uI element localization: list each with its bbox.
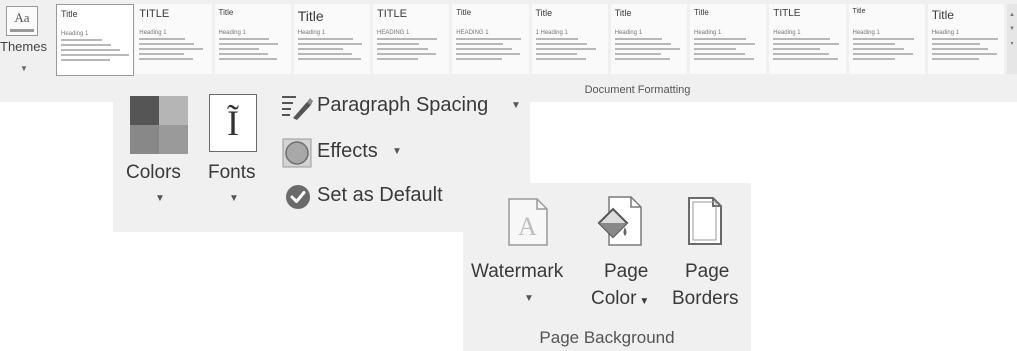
style-set-title: TITLE (139, 8, 170, 20)
paragraph-spacing-icon (282, 96, 313, 120)
style-set-thumbnail[interactable]: Title 1 Heading 1 (531, 4, 608, 74)
svg-text:A: A (518, 212, 537, 241)
style-set-thumbnail[interactable]: TITLE HEADING 1 (373, 4, 450, 74)
color-swatch (130, 125, 159, 154)
style-set-title: Title (614, 8, 632, 18)
page-borders-icon[interactable] (687, 196, 723, 246)
chevron-up-icon[interactable]: ▲ (1007, 12, 1017, 18)
style-set-thumbnail[interactable]: Title Heading 1 (56, 4, 135, 76)
effects-button[interactable]: Effects ▼ (281, 138, 411, 168)
style-set-body-text (614, 38, 683, 63)
chevron-down-icon: ▼ (511, 100, 521, 111)
style-set-heading: Heading 1 (139, 30, 167, 36)
page-background-zoom-panel: A Watermark ▼ Page Color ▼ Page Borders P… (463, 183, 751, 351)
themes-button[interactable]: Aa Themes ▼ (0, 4, 56, 90)
style-set-title: TITLE (377, 8, 407, 20)
chevron-down-icon: ▼ (155, 193, 165, 204)
colors-icon[interactable] (130, 96, 188, 154)
style-set-body-text (218, 38, 287, 63)
style-set-thumbnail[interactable]: Title Heading 1 (927, 4, 1004, 74)
set-as-default-label: Set as Default (317, 184, 443, 206)
fonts-button-label[interactable]: Fonts (208, 162, 256, 184)
style-set-thumbnail[interactable]: TITLE Heading 1 (769, 4, 846, 74)
style-set-title: Title (694, 8, 709, 17)
style-set-body-text (297, 38, 366, 63)
themes-icon: Aa (6, 6, 38, 36)
page-color-label-line1[interactable]: Page (604, 261, 648, 283)
style-set-body-text (61, 39, 129, 64)
style-set-thumbnail[interactable]: Title Heading 1 (214, 4, 291, 74)
style-set-body-text (773, 38, 841, 63)
style-set-body-text (535, 38, 604, 63)
style-set-heading: 1 Heading 1 (535, 30, 568, 36)
style-set-title: Title (297, 8, 324, 24)
themes-icon-text: Aa (14, 10, 30, 25)
style-set-heading: Heading 1 (773, 30, 801, 36)
style-set-thumbnail[interactable]: Title Heading 1 (293, 4, 370, 74)
effects-icon (282, 138, 312, 168)
watermark-label[interactable]: Watermark (471, 261, 563, 283)
style-set-heading: HEADING 1 (377, 30, 410, 36)
chevron-down-icon: ▼ (392, 146, 402, 157)
page-borders-label-line1[interactable]: Page (685, 261, 729, 283)
style-set-title: Title (852, 8, 866, 15)
style-set-body-text (694, 38, 762, 63)
color-swatch (159, 96, 188, 125)
more-icon[interactable]: ▾ (1007, 40, 1017, 47)
style-set-heading: Heading 1 (694, 30, 722, 36)
effects-label: Effects (317, 140, 378, 162)
style-set-thumbnail[interactable]: Title Heading 1 (690, 4, 767, 74)
style-set-heading: Heading 1 (61, 31, 89, 37)
style-set-body-text (456, 38, 524, 63)
color-swatch (159, 125, 188, 154)
style-set-heading: Heading 1 (931, 30, 960, 36)
style-set-heading: Heading 1 (297, 30, 326, 36)
chevron-down-icon: ▼ (229, 193, 239, 204)
style-set-body-text (931, 38, 1000, 63)
fonts-icon[interactable]: Ĩ (209, 94, 257, 152)
page-color-label-line2[interactable]: Color ▼ (591, 288, 649, 310)
style-set-thumbnail[interactable]: Title Heading 1 (610, 4, 687, 74)
style-set-title: TITLE (773, 8, 801, 19)
chevron-down-icon[interactable]: ▼ (1007, 26, 1017, 32)
style-set-heading: Heading 1 (614, 30, 643, 36)
color-swatch (130, 96, 159, 125)
style-set-heading: Heading 1 (852, 30, 880, 36)
style-set-thumbnail[interactable]: TITLE Heading 1 (135, 4, 212, 74)
style-set-thumbnail[interactable]: Title Heading 1 (848, 4, 925, 74)
page-color-icon[interactable] (595, 195, 643, 247)
style-set-body-text (377, 38, 445, 63)
paragraph-spacing-label: Paragraph Spacing (317, 94, 489, 116)
page-background-group-label: Page Background (539, 328, 675, 347)
style-set-heading: Heading 1 (218, 30, 246, 36)
chevron-down-icon: ▼ (524, 293, 534, 304)
checkmark-icon (286, 185, 310, 209)
colors-button-label[interactable]: Colors (126, 162, 181, 184)
style-set-title: Title (61, 9, 78, 19)
page-borders-label-line2[interactable]: Borders (672, 288, 739, 310)
gallery-scroll-buttons[interactable]: ▲ ▼ ▾ (1007, 4, 1017, 74)
watermark-icon[interactable]: A (507, 197, 549, 247)
chevron-down-icon: ▼ (20, 64, 28, 73)
style-set-title: Title (931, 8, 954, 22)
style-set-body-text (139, 38, 207, 63)
style-set-body-text (852, 38, 921, 63)
style-set-thumbnail[interactable]: Title HEADING 1 (452, 4, 529, 74)
paragraph-spacing-button[interactable]: Paragraph Spacing ▼ (281, 92, 521, 122)
style-set-title: Title (535, 8, 553, 18)
style-set-title: Title (456, 8, 472, 17)
style-set-gallery: Title Heading 1 TITLE Heading 1 Title Heading… (56, 4, 1007, 76)
style-set-heading: HEADING 1 (456, 30, 489, 36)
set-as-default-button[interactable]: Set as Default (281, 182, 481, 212)
themes-label: Themes (0, 39, 47, 54)
chevron-down-icon: ▼ (639, 296, 650, 307)
style-set-title: Title (218, 8, 234, 17)
